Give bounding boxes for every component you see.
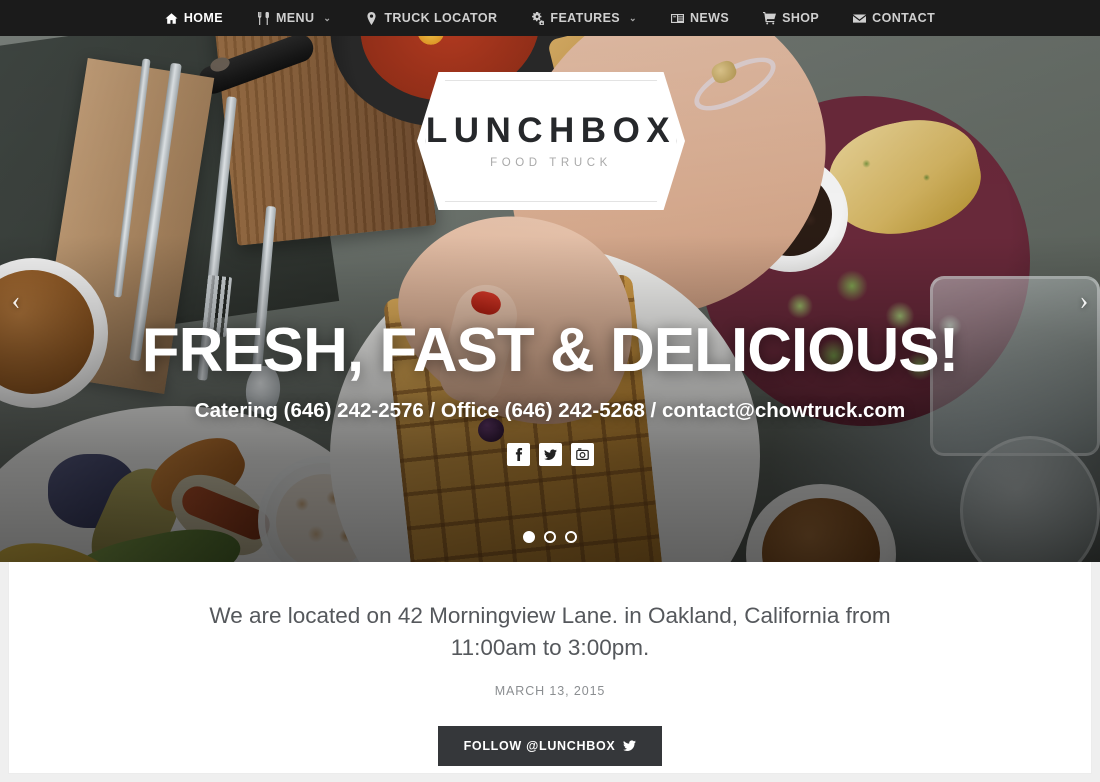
hero-social-links xyxy=(0,443,1100,467)
envelope-icon xyxy=(853,12,867,25)
hero-subheadline: Catering (646) 242-2576 / Office (646) 2… xyxy=(194,399,906,423)
nav-item-contact[interactable]: CONTACT xyxy=(836,0,952,36)
nav-item-news[interactable]: NEWS xyxy=(654,0,746,36)
logo-tagline: FOOD TRUCK xyxy=(490,157,612,169)
logo-name: LUNCHBOX xyxy=(425,111,677,150)
slider-prev-arrow[interactable]: ‹ xyxy=(3,288,29,314)
shopping-cart-icon xyxy=(763,11,777,25)
slider-dot[interactable] xyxy=(523,531,535,543)
nav-label: FEATURES xyxy=(550,11,621,25)
slider-pagination xyxy=(0,531,1100,543)
home-icon xyxy=(165,12,178,25)
nav-label: NEWS xyxy=(690,11,730,25)
follow-twitter-button[interactable]: FOLLOW @LUNCHBOX xyxy=(437,725,663,766)
chevron-down-icon: ⌄ xyxy=(629,12,637,23)
instagram-icon[interactable] xyxy=(570,443,594,467)
chevron-down-icon: ⌄ xyxy=(323,12,332,23)
slider-next-arrow[interactable]: › xyxy=(1071,288,1097,314)
content-panel: We are located on 42 Morningview Lane. i… xyxy=(8,562,1092,774)
nav-label: HOME xyxy=(183,11,223,25)
nav-item-shop[interactable]: SHOP xyxy=(746,0,836,36)
nav-label: CONTACT xyxy=(872,11,936,25)
slider-dot[interactable] xyxy=(565,531,577,543)
nav-item-home[interactable]: HOME xyxy=(148,0,240,36)
site-logo[interactable]: LUNCHBOX FOOD TRUCK xyxy=(417,72,685,210)
nav-label: MENU xyxy=(275,11,315,25)
slider-dot[interactable] xyxy=(544,531,556,543)
post-title: We are located on 42 Morningview Lane. i… xyxy=(209,603,891,660)
post-date: MARCH 13, 2015 xyxy=(494,683,606,698)
top-navigation-bar: HOME MENU ⌄ TRUCK LOCATOR FEATURES ⌄ NEW… xyxy=(0,0,1100,36)
nav-item-features[interactable]: FEATURES ⌄ xyxy=(514,0,654,36)
nav-item-truck-locator[interactable]: TRUCK LOCATOR xyxy=(348,0,514,36)
hero-headline: FRESH, FAST & DELICIOUS! xyxy=(141,316,959,385)
page-root: HOME MENU ⌄ TRUCK LOCATOR FEATURES ⌄ NEW… xyxy=(0,0,1100,782)
facebook-icon[interactable] xyxy=(506,443,530,467)
twitter-icon xyxy=(623,739,637,752)
nav-label: SHOP xyxy=(782,11,820,25)
nav-item-menu[interactable]: MENU ⌄ xyxy=(240,0,348,36)
nav-label: TRUCK LOCATOR xyxy=(384,11,498,25)
main-nav: HOME MENU ⌄ TRUCK LOCATOR FEATURES ⌄ NEW… xyxy=(148,0,952,36)
twitter-icon[interactable] xyxy=(538,443,562,467)
cutlery-icon xyxy=(257,11,270,25)
map-marker-icon xyxy=(365,11,378,25)
newspaper-icon xyxy=(671,12,684,25)
hero-content: FRESH, FAST & DELICIOUS! Catering (646) … xyxy=(0,316,1100,467)
cogs-icon xyxy=(531,11,545,25)
follow-button-label: FOLLOW @LUNCHBOX xyxy=(463,738,616,753)
latest-post: We are located on 42 Morningview Lane. i… xyxy=(9,562,1091,766)
